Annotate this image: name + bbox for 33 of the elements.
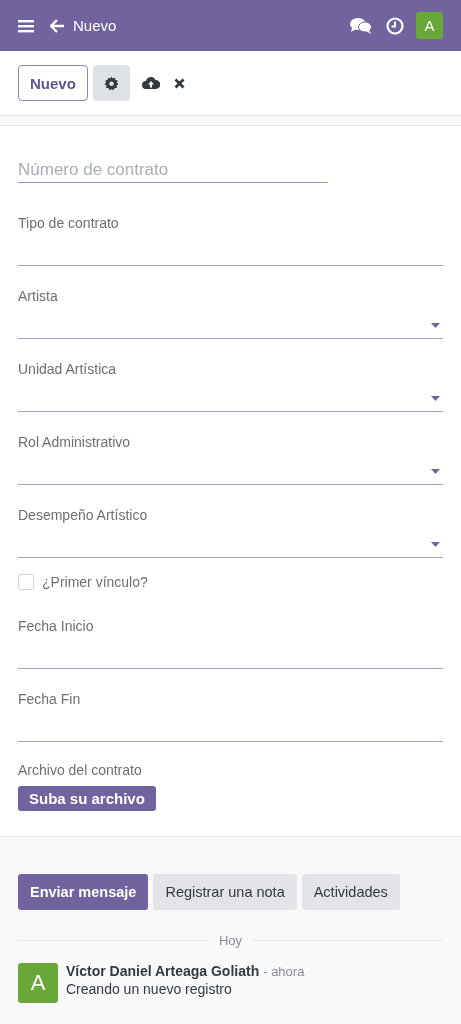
checkbox[interactable] [18,574,34,590]
field-label: Fecha Inicio [18,617,95,636]
upload-button[interactable]: Suba su archivo [18,786,156,811]
caret-icon [431,469,440,474]
author-avatar: A [18,963,58,1003]
settings-button[interactable] [92,65,130,101]
message-time: - ahora [263,964,305,979]
checkbox-label: ¿Primer vínculo? [42,574,148,590]
field-label: Desempeño Artístico [18,506,149,525]
date-separator: Hoy [218,933,243,948]
chatter-tab[interactable]: Actividades [301,874,400,910]
close-icon[interactable] [173,77,185,89]
caret-icon [431,396,440,401]
new-button[interactable]: Nuevo [18,65,88,101]
field-label: Fecha Fin [18,690,82,709]
author-name: Víctor Daniel Arteaga Goliath [66,963,260,979]
chat-icon[interactable] [350,16,372,35]
field-label: Unidad Artística [18,360,118,379]
caret-icon [431,542,440,547]
field-label: Rol Administrativo [18,433,132,452]
field-label: Artista [18,287,59,306]
page-title: Nuevo [73,17,117,34]
field-label: Tipo de contrato [18,214,120,233]
field-label: Archivo del contrato [18,761,142,780]
caret-icon [431,323,440,328]
cloud-upload-icon[interactable] [141,76,160,90]
gear-icon [103,75,119,91]
menu-icon[interactable] [18,18,34,33]
message-body: Creando un nuevo registro [66,981,233,997]
chatter-tab[interactable]: Enviar mensaje [18,874,149,910]
clock-icon[interactable] [386,16,404,35]
chatter-tab[interactable]: Registrar una nota [153,874,297,910]
back-arrow-icon[interactable] [50,18,65,33]
